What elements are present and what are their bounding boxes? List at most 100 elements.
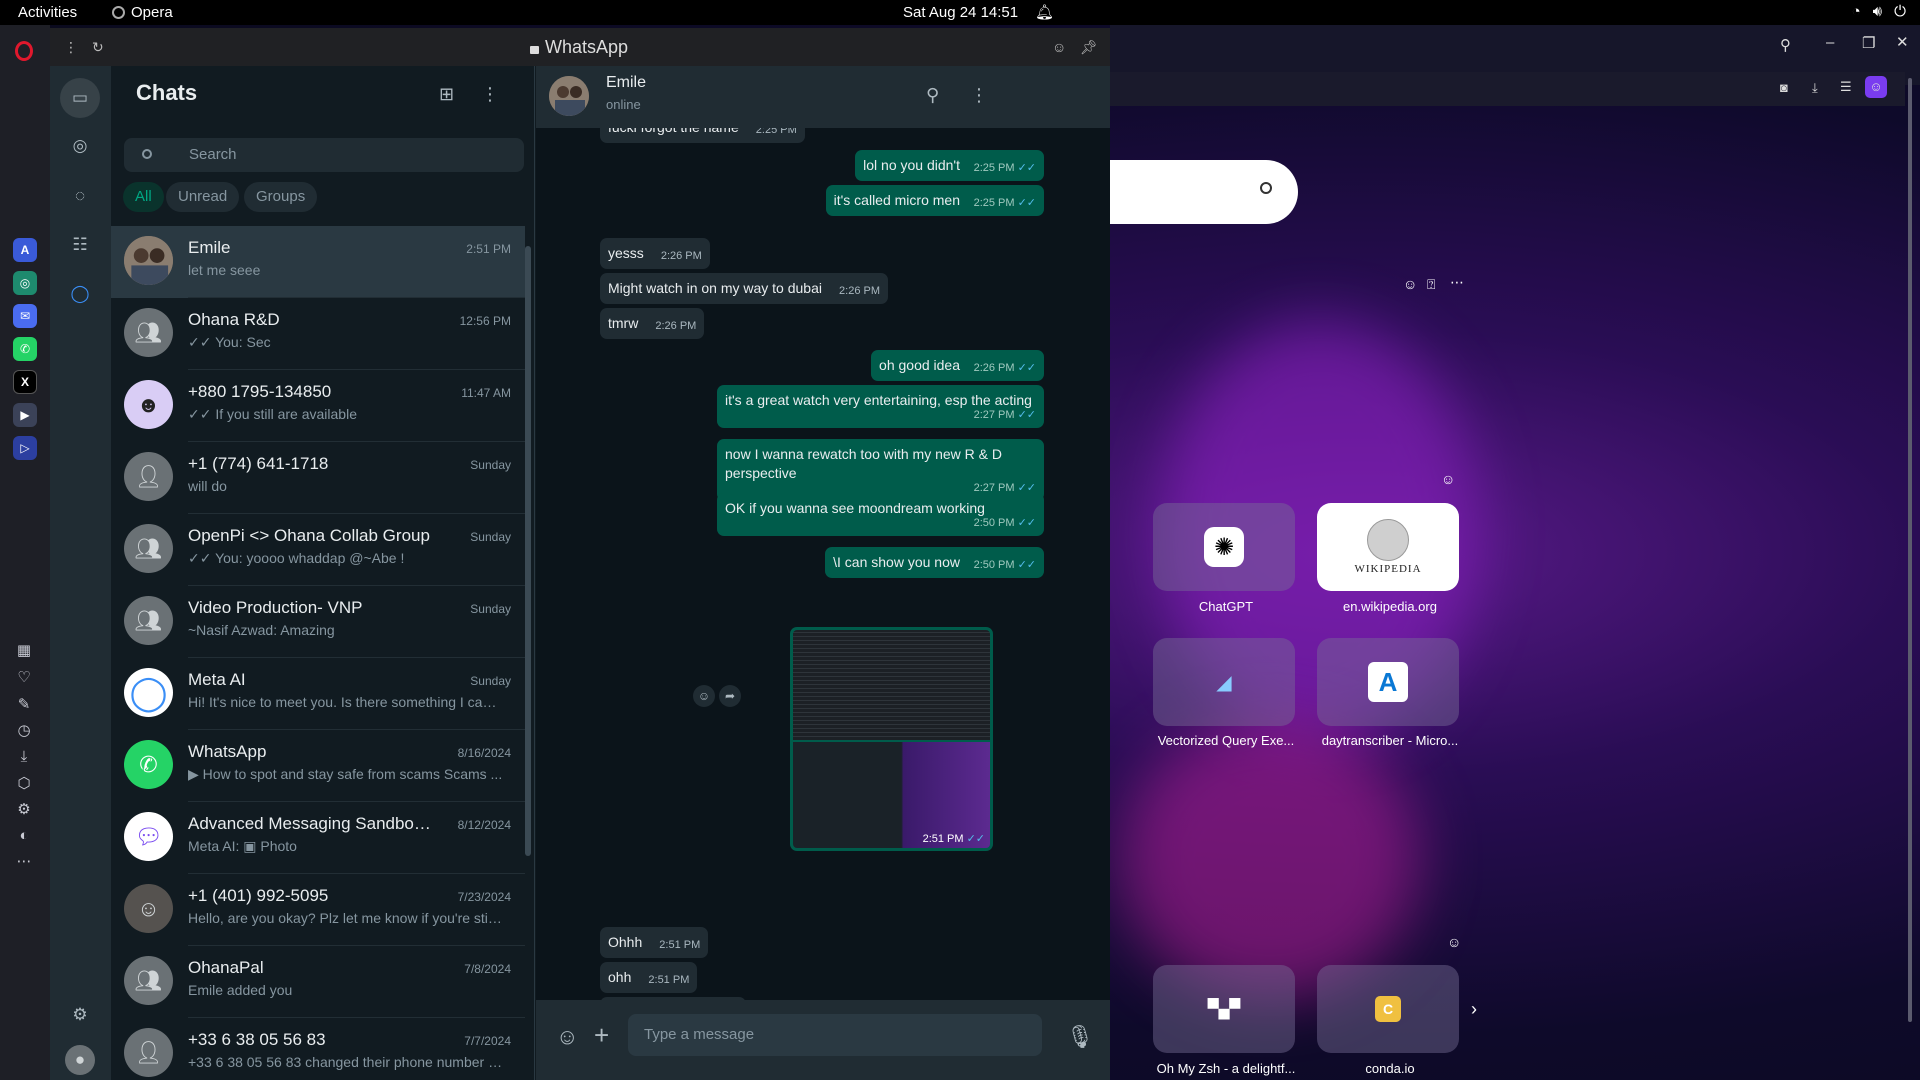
history-icon[interactable]: ◷ xyxy=(14,720,34,740)
new-chat-icon[interactable]: ⊞ xyxy=(439,84,454,105)
speed-dial-conda[interactable]: C xyxy=(1317,965,1459,1053)
forward-icon[interactable]: ➦ xyxy=(719,685,741,707)
outgoing-message[interactable]: OK if you wanna see moondream working 2:5… xyxy=(717,493,1044,536)
app-menu[interactable]: Opera xyxy=(112,4,173,21)
outgoing-message[interactable]: \I can show you now 2:50 PM ✓✓ xyxy=(825,547,1044,578)
emoji-icon-3[interactable]: ☺ xyxy=(1447,934,1461,950)
speed-dial-vectorized[interactable]: ◢ xyxy=(1153,638,1295,726)
opera-logo-icon[interactable] xyxy=(15,41,33,61)
chat-row[interactable]: 👥︎ OpenPi <> Ohana Collab Group ✓✓ You: yo… xyxy=(111,514,525,586)
chat-row[interactable]: ☻ +880 1795-134850 ✓✓ If you still are ava… xyxy=(111,370,525,442)
incoming-message[interactable]: fucki forgot the name 2:25 PM xyxy=(600,128,805,143)
more-options-icon[interactable]: ⋯ xyxy=(1450,274,1464,291)
outgoing-message[interactable]: oh good idea 2:26 PM ✓✓ xyxy=(871,350,1044,381)
conversation-menu-icon[interactable]: ⋮ xyxy=(970,85,988,106)
chat-row[interactable]: 👥︎ Ohana R&D ✓✓ You: Sec 12:56 PM xyxy=(111,298,525,370)
speed-dial-chatgpt[interactable]: ✺ xyxy=(1153,503,1295,591)
camera-icon[interactable]: ◙ xyxy=(1780,80,1788,95)
messenger-icon[interactable]: ✉ xyxy=(13,304,37,328)
speed-dial-icon[interactable]: ▦ xyxy=(14,640,34,660)
media-icon[interactable]: ▷ xyxy=(13,436,37,460)
whatsapp-icon[interactable]: ✆ xyxy=(13,337,37,361)
player-icon[interactable]: ▶ xyxy=(13,403,37,427)
chat-row[interactable]: 👤︎ +33 6 38 05 56 83 +33 6 38 05 56 83 cha… xyxy=(111,1018,525,1080)
outgoing-message[interactable]: it's called micro men 2:25 PM ✓✓ xyxy=(825,185,1044,216)
download-icon[interactable]: ⤓ xyxy=(1812,80,1818,96)
emoji-icon[interactable]: ☺ xyxy=(1403,276,1417,292)
activities-button[interactable]: Activities xyxy=(18,4,77,21)
filter-unread[interactable]: Unread xyxy=(166,182,240,212)
start-page-search[interactable] xyxy=(1080,160,1298,224)
settings-gear-icon[interactable]: ⚙ xyxy=(67,1002,93,1028)
chat-avatar: ◯ xyxy=(124,668,173,717)
emoji-icon-2[interactable]: ☺ xyxy=(1441,471,1455,487)
incoming-message[interactable]: ohh 2:51 PM xyxy=(600,962,698,993)
easy-setup-icon[interactable]: ☰ xyxy=(1840,79,1852,95)
chat-row[interactable]: 👥︎ OhanaPal Emile added you 7/8/2024 xyxy=(111,946,525,1018)
channels-icon[interactable]: ◌ xyxy=(67,183,93,209)
attach-plus-icon[interactable]: + xyxy=(594,1020,609,1051)
pin-icon[interactable]: 📌︎ xyxy=(1080,39,1098,56)
communities-icon[interactable]: ☷ xyxy=(67,232,93,258)
status-icon[interactable]: ◎ xyxy=(67,133,93,159)
search-input[interactable]: Search xyxy=(124,138,524,172)
clock[interactable]: Sat Aug 24 14:51 xyxy=(903,4,1018,21)
chat-row[interactable]: ◯ Meta AI Hi! It's nice to meet you. Is th… xyxy=(111,658,525,730)
speed-dial-daytranscriber[interactable]: A xyxy=(1317,638,1459,726)
image-message[interactable]: 2:51 PM ✓✓ xyxy=(790,627,993,851)
emoji-picker-icon[interactable]: ☺ xyxy=(556,1024,578,1050)
profile-avatar-icon[interactable]: ● xyxy=(65,1045,95,1075)
reload-icon[interactable]: ↻ xyxy=(92,39,104,56)
maximize-icon[interactable]: ❐ xyxy=(1862,34,1875,52)
microphone-icon[interactable]: 🎙︎ xyxy=(1066,1024,1094,1050)
search-tabs-icon[interactable]: ⚲ xyxy=(1780,36,1791,54)
speed-dial-wikipedia[interactable]: Wikipedia xyxy=(1317,503,1459,591)
pinboard-icon[interactable]: ✎ xyxy=(14,694,34,714)
downloads-icon[interactable]: ⤓ xyxy=(14,746,34,766)
outgoing-message[interactable]: it's a great watch very entertaining, es… xyxy=(717,385,1044,428)
chat-list-scrollbar[interactable] xyxy=(525,246,531,856)
chat-row[interactable]: 👥︎ Video Production- VNP ~Nasif Azwad: Ama… xyxy=(111,586,525,658)
chat-row[interactable]: 💬︎ Advanced Messaging Sandbox B... Meta AI… xyxy=(111,802,525,874)
react-emoji-icon[interactable]: ☺ xyxy=(693,685,715,707)
incoming-message[interactable]: Might watch in on my way to dubai 2:26 PM xyxy=(600,273,888,304)
page-scrollbar[interactable] xyxy=(1908,78,1912,1022)
contact-avatar[interactable] xyxy=(549,76,589,116)
chat-row[interactable]: 👤︎ +1 (774) 641-1718 will do Sunday xyxy=(111,442,525,514)
outgoing-message[interactable]: now I wanna rewatch too with my new R & … xyxy=(717,439,1044,501)
x-icon[interactable]: X xyxy=(13,370,37,394)
chat-menu-icon[interactable]: ⋮ xyxy=(481,84,499,105)
close-window-icon[interactable]: ✕ xyxy=(1896,33,1909,51)
incoming-message[interactable]: Ohhh 2:51 PM xyxy=(600,927,709,958)
chat-avatar xyxy=(124,236,173,285)
chat-row[interactable]: ✆ WhatsApp ▶ How to spot and stay safe fro… xyxy=(111,730,525,802)
emoji-icon[interactable]: ☺ xyxy=(1052,39,1066,55)
incoming-message[interactable]: yesss 2:26 PM xyxy=(600,238,710,269)
meta-ai-icon[interactable]: ◯ xyxy=(67,281,93,307)
outgoing-message[interactable]: lol no you didn't 2:25 PM ✓✓ xyxy=(855,150,1044,181)
filter-groups[interactable]: Groups xyxy=(244,182,318,212)
chats-icon[interactable]: ▭ xyxy=(60,78,100,118)
info-icon[interactable]: ⍰ xyxy=(1427,276,1435,293)
contact-name[interactable]: Emile xyxy=(606,74,646,92)
search-messages-icon[interactable]: ⚲ xyxy=(926,85,939,106)
heart-icon[interactable]: ♡ xyxy=(14,667,34,687)
message-input[interactable]: Type a message xyxy=(628,1014,1042,1056)
extensions-icon[interactable]: ⬡ xyxy=(14,773,34,793)
chatgpt-icon[interactable]: ◎ xyxy=(13,271,37,295)
profile-icon[interactable]: ☺ xyxy=(1865,76,1887,98)
next-page-arrow-icon[interactable]: › xyxy=(1471,999,1477,1020)
incoming-message[interactable]: tmrw 2:26 PM xyxy=(600,308,705,339)
filter-all[interactable]: All xyxy=(123,182,164,212)
settings-icon[interactable]: ⚙ xyxy=(14,799,34,819)
aria-icon[interactable]: A xyxy=(13,238,37,262)
menu-dots-icon[interactable]: ⋮ xyxy=(64,39,78,56)
sidebar-setup-icon[interactable]: ◐ xyxy=(14,825,34,845)
bell-icon[interactable]: 🔔︎ xyxy=(1035,3,1054,21)
system-tray[interactable]: ◔ 🔊︎ ⏻ xyxy=(1852,3,1906,20)
speed-dial-ohmyzsh[interactable]: ▀▄▀ xyxy=(1153,965,1295,1053)
more-icon[interactable]: ⋯ xyxy=(14,851,34,871)
chat-row[interactable]: ☺ +1 (401) 992-5095 Hello, are you okay? P… xyxy=(111,874,525,946)
minimize-icon[interactable]: – xyxy=(1826,34,1834,51)
chat-row[interactable]: Emile let me seee 2:51 PM xyxy=(111,226,525,298)
